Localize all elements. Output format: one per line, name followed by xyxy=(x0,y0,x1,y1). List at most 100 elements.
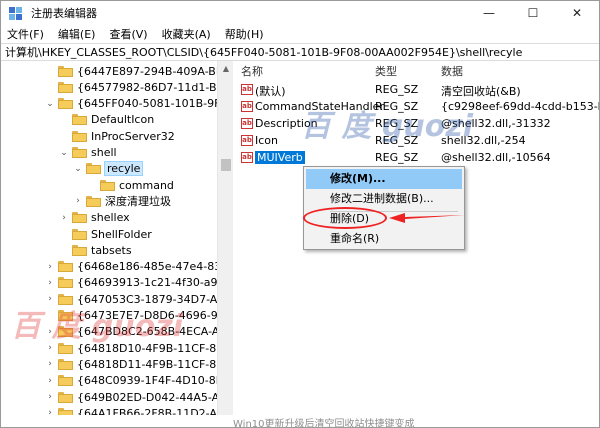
expand-right-icon[interactable]: › xyxy=(45,324,55,340)
tree-node-label: recyle xyxy=(103,161,144,177)
value-row[interactable]: ab MUIVerb REG_SZ @shell32.dll,-10564 xyxy=(235,149,599,167)
expand-right-icon[interactable]: › xyxy=(45,356,55,372)
column-header-data[interactable]: 数据 xyxy=(441,63,463,79)
tree-node[interactable]: ⌄ recyle xyxy=(73,161,144,177)
menu-help[interactable]: 帮助(H) xyxy=(225,26,264,42)
folder-icon xyxy=(58,277,73,289)
value-data: {c9298eef-69dd-4cdd-b153-bdb xyxy=(441,100,599,113)
expand-right-icon[interactable]: › xyxy=(45,373,55,389)
expander-blank xyxy=(45,79,55,95)
string-value-icon: ab xyxy=(241,101,253,112)
folder-icon xyxy=(72,212,87,224)
menu-modify[interactable]: 修改(M)... xyxy=(306,169,462,189)
folder-icon xyxy=(58,65,73,77)
folder-icon xyxy=(58,81,73,93)
folder-icon xyxy=(58,342,73,354)
registry-app-icon xyxy=(8,5,24,21)
registry-editor-window: 注册表编辑器 — ☐ ✕ 文件(F) 编辑(E) 查看(V) 收藏夹(A) 帮助… xyxy=(0,0,600,428)
value-data: @shell32.dll,-31332 xyxy=(441,117,551,130)
menu-edit[interactable]: 编辑(E) xyxy=(58,26,96,42)
expand-right-icon[interactable]: › xyxy=(45,275,55,291)
column-header-type[interactable]: 类型 xyxy=(375,63,397,79)
tree-node-label: {648C0939-1F4F-4D10-8B8C-A xyxy=(77,374,233,388)
expander-blank xyxy=(45,308,55,324)
menu-bar: 文件(F) 编辑(E) 查看(V) 收藏夹(A) 帮助(H) xyxy=(1,25,599,43)
address-bar[interactable]: 计算机\HKEY_CLASSES_ROOT\CLSID\{645FF040-50… xyxy=(1,43,599,61)
expand-right-icon[interactable]: › xyxy=(45,340,55,356)
tree-node[interactable]: › {6468e186-485e-47e4-83d8-8 xyxy=(45,259,232,275)
folder-icon xyxy=(58,326,73,338)
value-name: CommandStateHandler xyxy=(255,100,384,113)
tree-scrollbar[interactable]: ▲ xyxy=(217,61,233,427)
menu-favorites[interactable]: 收藏夹(A) xyxy=(162,26,211,42)
value-type: REG_SZ xyxy=(375,117,419,130)
expand-right-icon[interactable]: › xyxy=(59,210,69,226)
value-name: (默认) xyxy=(255,85,286,98)
folder-icon xyxy=(58,98,73,110)
value-row[interactable]: ab Icon REG_SZ shell32.dll,-254 xyxy=(235,132,599,150)
tree-node-label: shell xyxy=(91,146,117,159)
tree-node[interactable]: {64577982-86D7-11d1-BDFC-0 xyxy=(45,79,232,95)
tree-node-label: {64818D11-4F9B-11CF-86EA-0 xyxy=(77,357,233,371)
menu-file[interactable]: 文件(F) xyxy=(7,26,44,42)
expand-right-icon[interactable]: › xyxy=(73,193,83,209)
scroll-up-arrow-icon[interactable]: ▲ xyxy=(218,61,234,77)
string-value-icon: ab xyxy=(241,118,253,129)
expand-right-icon[interactable]: › xyxy=(45,259,55,275)
folder-icon xyxy=(58,261,73,273)
tree-node[interactable]: ⌄ shell xyxy=(59,145,117,161)
expand-down-icon[interactable]: ⌄ xyxy=(73,161,83,177)
tree-node-label: shellex xyxy=(91,211,130,225)
value-row[interactable]: ab (默认) REG_SZ 清空回收站(&B) xyxy=(235,81,599,99)
tree-node[interactable]: tabsets xyxy=(59,242,132,258)
folder-icon xyxy=(72,114,87,126)
value-type: REG_SZ xyxy=(375,100,419,113)
tree-node[interactable]: ⌄ {645FF040-5081-101B-9F08-00 xyxy=(45,96,232,112)
minimize-button[interactable]: — xyxy=(467,1,511,25)
folder-icon xyxy=(86,195,101,207)
status-text: Win10更新升级后清空回收站快捷键变成 xyxy=(233,419,415,428)
expander-blank xyxy=(59,128,69,144)
tree-node[interactable]: {6473E7E7-D8D6-4696-9FBB-5 xyxy=(45,308,232,324)
key-tree-pane[interactable]: {6447E897-294B-409A-BF15-5 {64577982-86D7… xyxy=(1,61,233,427)
tree-node-label: {647053C3-1879-34D7-AE57-6 xyxy=(77,292,233,306)
menu-rename[interactable]: 重命名(R) xyxy=(306,229,462,249)
expand-right-icon[interactable]: › xyxy=(45,389,55,405)
tree-node[interactable]: › {64818D10-4F9B-11CF-86EA-0 xyxy=(45,340,232,356)
value-name: Description xyxy=(255,117,318,130)
value-data: 清空回收站(&B) xyxy=(441,85,521,98)
expander-blank xyxy=(59,112,69,128)
tree-node[interactable]: › {648C0939-1F4F-4D10-8B8C-A xyxy=(45,373,233,389)
window-title: 注册表编辑器 xyxy=(31,7,97,20)
folder-icon xyxy=(58,310,73,321)
expand-down-icon[interactable]: ⌄ xyxy=(45,96,55,112)
tree-node-label: DefaultIcon xyxy=(91,113,155,127)
tree-node[interactable]: {6447E897-294B-409A-BF15-5 xyxy=(45,63,232,79)
value-row[interactable]: ab CommandStateHandler REG_SZ {c9298eef-69d… xyxy=(235,98,599,116)
menu-view[interactable]: 查看(V) xyxy=(109,26,147,42)
expand-right-icon[interactable]: › xyxy=(45,291,55,307)
value-data: shell32.dll,-254 xyxy=(441,134,526,147)
tree-node[interactable]: › {647BD8C2-658B-4ECA-ABC7- xyxy=(45,324,232,340)
column-header-name[interactable]: 名称 xyxy=(241,63,263,79)
tree-node[interactable]: command xyxy=(87,177,174,193)
expand-down-icon[interactable]: ⌄ xyxy=(59,145,69,161)
maximize-button[interactable]: ☐ xyxy=(511,1,555,25)
tree-node-label: {645FF040-5081-101B-9F08-00 xyxy=(77,97,232,111)
value-type: REG_SZ xyxy=(375,83,419,96)
close-button[interactable]: ✕ xyxy=(555,1,599,25)
tree-node[interactable]: › {64693913-1c21-4f30-a98f-4e5 xyxy=(45,275,232,291)
tree-node[interactable]: › {649B02ED-D042-44A5-A155- xyxy=(45,389,232,405)
value-name: Icon xyxy=(255,134,278,147)
value-row[interactable]: ab Description REG_SZ @shell32.dll,-31332 xyxy=(235,115,599,133)
tree-node[interactable]: DefaultIcon xyxy=(59,112,154,128)
scrollbar-thumb[interactable] xyxy=(221,159,231,171)
tree-node[interactable]: ShellFolder xyxy=(59,226,152,242)
tree-node[interactable]: › shellex xyxy=(59,210,130,226)
folder-icon xyxy=(86,163,101,175)
tree-node[interactable]: › {64818D11-4F9B-11CF-86EA-0 xyxy=(45,356,233,372)
status-bar: Win10更新升级后清空回收站快捷键变成 xyxy=(1,415,599,428)
tree-node[interactable]: › {647053C3-1879-34D7-AE57-6 xyxy=(45,291,233,307)
tree-node[interactable]: › 深度清理垃圾 xyxy=(73,193,171,209)
tree-node[interactable]: InProcServer32 xyxy=(59,128,175,144)
